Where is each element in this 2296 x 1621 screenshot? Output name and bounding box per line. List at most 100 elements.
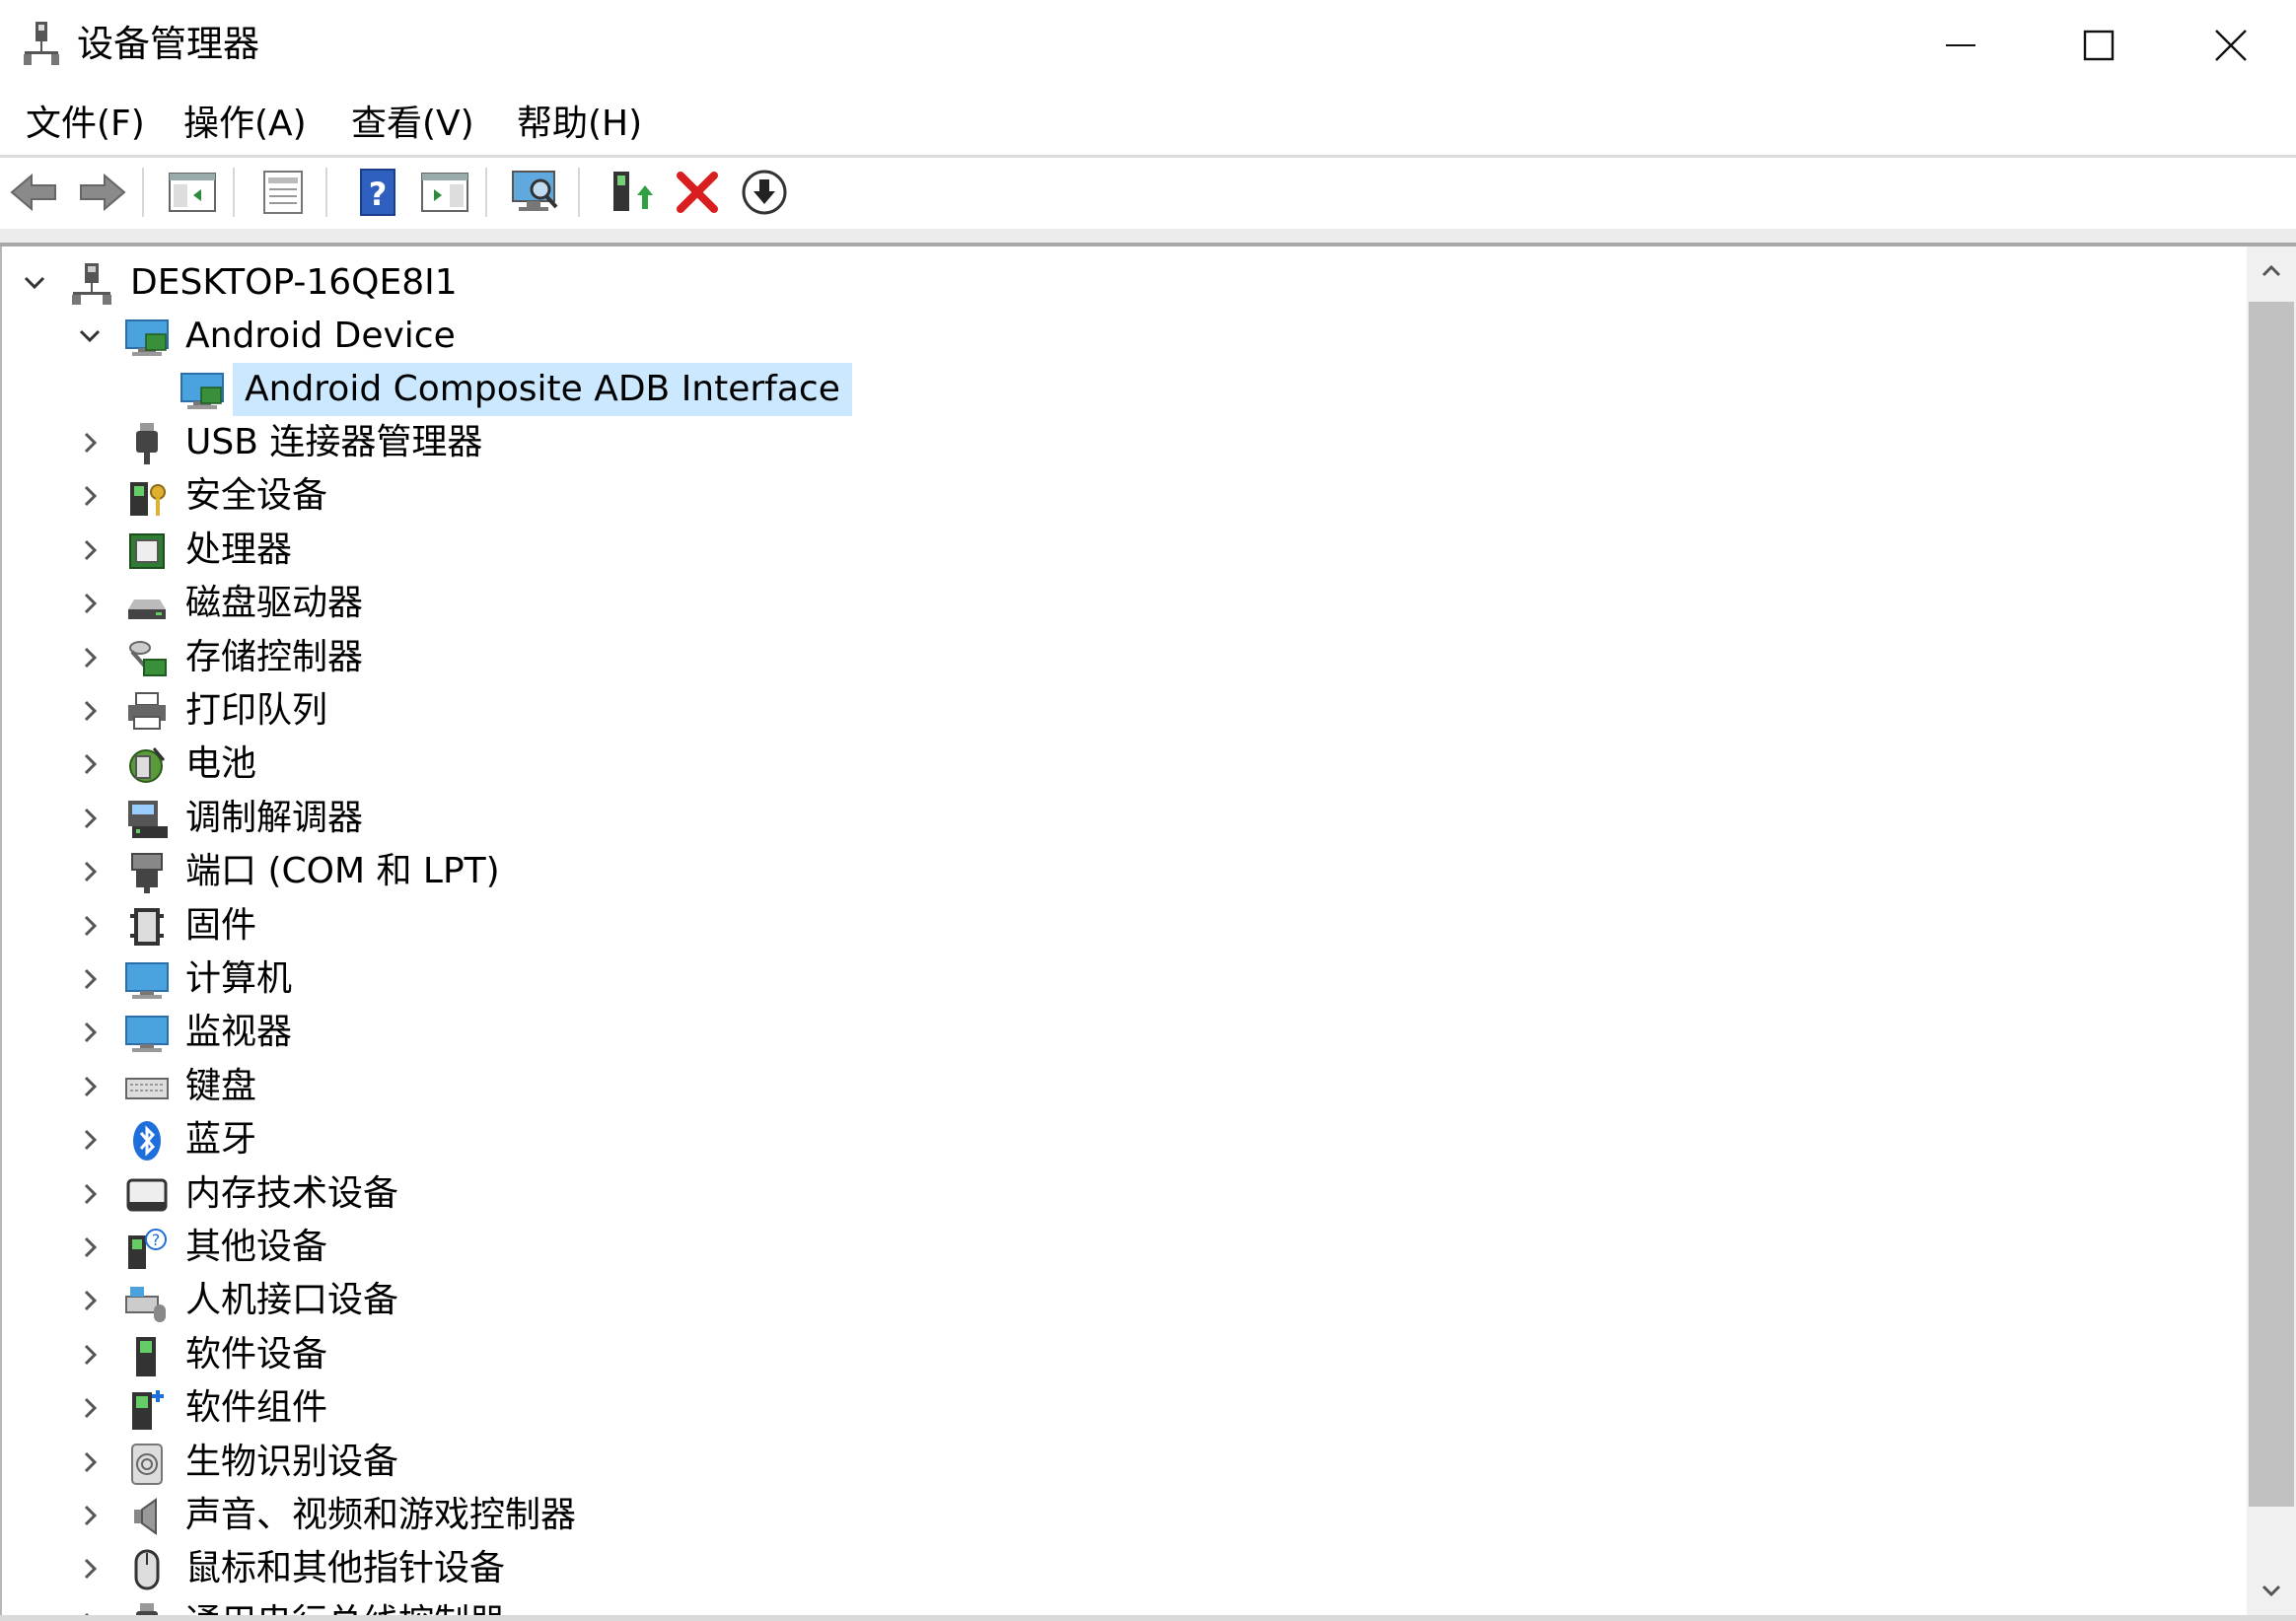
chevron-right-icon[interactable] [75, 1286, 105, 1315]
tree-category-label: 处理器 [185, 529, 293, 570]
tree-category[interactable]: 处理器 [2, 524, 2241, 577]
svg-text:?: ? [152, 1231, 161, 1249]
back-button[interactable] [8, 166, 61, 219]
chevron-right-icon[interactable] [75, 1554, 105, 1584]
tree-category[interactable]: 声音、视频和游戏控制器 [2, 1489, 2241, 1542]
adb-interface-icon [179, 368, 225, 413]
chevron-right-icon[interactable] [75, 1501, 105, 1530]
chevron-right-icon[interactable] [75, 911, 105, 941]
tree-category[interactable]: 监视器 [2, 1006, 2241, 1059]
tree-category[interactable]: 生物识别设备 [2, 1436, 2241, 1489]
chevron-right-icon[interactable] [75, 643, 105, 672]
scan-hardware-button[interactable] [509, 166, 562, 219]
chevron-right-icon[interactable] [75, 1233, 105, 1262]
menu-view[interactable]: 查看(V) [349, 94, 476, 155]
android-device-icon [124, 315, 170, 360]
vertical-scrollbar[interactable] [2247, 247, 2296, 1621]
chevron-right-icon[interactable] [75, 1179, 105, 1209]
tree-category[interactable]: 软件组件 [2, 1381, 2241, 1435]
properties-button[interactable] [256, 166, 310, 219]
chevron-right-icon[interactable] [75, 804, 105, 833]
forward-button[interactable] [75, 166, 128, 219]
tree-category[interactable]: 软件设备 [2, 1328, 2241, 1381]
chevron-right-icon[interactable] [75, 1447, 105, 1477]
scan-hardware-changes-icon [512, 171, 558, 211]
tree-category-label: 其他设备 [185, 1227, 328, 1267]
chevron-right-icon[interactable] [75, 1393, 105, 1423]
tree-category[interactable]: 电池 [2, 738, 2241, 791]
uninstall-device-button[interactable] [671, 166, 724, 219]
biometric-device-icon [124, 1441, 170, 1486]
tree-category[interactable]: 内存技术设备 [2, 1167, 2241, 1221]
tree-category-label: 鼠标和其他指针设备 [185, 1548, 506, 1589]
show-hide-tree-button[interactable] [166, 166, 219, 219]
chevron-right-icon[interactable] [75, 857, 105, 886]
chevron-right-icon[interactable] [75, 964, 105, 994]
tree-category-label: 软件组件 [185, 1387, 328, 1429]
tree-category-label: 固件 [185, 904, 257, 946]
chevron-right-icon[interactable] [75, 428, 105, 458]
tree-group-android-device[interactable]: Android Device [2, 310, 2241, 363]
chevron-right-icon[interactable] [75, 1125, 105, 1155]
window-bottom-border [0, 1615, 2296, 1621]
show-hide-console-tree-icon [169, 173, 216, 212]
tree-category[interactable]: 磁盘驱动器 [2, 577, 2241, 630]
modem-icon [124, 797, 170, 842]
update-driver-button[interactable] [604, 166, 657, 219]
help-icon: ? [360, 169, 395, 216]
tree-category[interactable]: 固件 [2, 899, 2241, 952]
minimize-button[interactable] [1892, 0, 2030, 91]
disable-device-button[interactable] [738, 166, 791, 219]
chevron-right-icon[interactable] [75, 589, 105, 618]
menu-help[interactable]: 帮助(H) [515, 94, 644, 155]
tree-category[interactable]: 鼠标和其他指针设备 [2, 1542, 2241, 1595]
tree-category-label: 声音、视频和游戏控制器 [185, 1495, 577, 1535]
properties-icon [263, 171, 303, 214]
tree-category-label: 电池 [185, 743, 257, 785]
computer-network-icon [69, 261, 114, 307]
tree-category[interactable]: 调制解调器 [2, 792, 2241, 845]
chevron-right-icon[interactable] [75, 1018, 105, 1047]
software-device-icon [124, 1333, 170, 1378]
tree-category[interactable]: ? 其他设备 [2, 1221, 2241, 1274]
tree-category[interactable]: 人机接口设备 [2, 1274, 2241, 1327]
chevron-right-icon[interactable] [75, 1072, 105, 1101]
tree-category[interactable]: 键盘 [2, 1060, 2241, 1113]
tree-root[interactable]: DESKTOP-16QE8I1 [2, 256, 2241, 310]
chevron-right-icon[interactable] [75, 481, 105, 511]
chevron-down-icon[interactable] [75, 321, 105, 351]
tree-category[interactable]: 安全设备 [2, 469, 2241, 523]
tree-category[interactable]: 计算机 [2, 952, 2241, 1006]
tree-group-label: Android Device [185, 316, 456, 356]
scrollbar-thumb[interactable] [2249, 302, 2294, 1507]
maximize-button[interactable] [2030, 0, 2168, 91]
menu-action[interactable]: 操作(A) [181, 94, 309, 155]
tree-category[interactable]: 打印队列 [2, 684, 2241, 738]
forward-arrow-icon [80, 173, 126, 212]
chevron-down-icon[interactable] [20, 268, 49, 298]
close-button[interactable] [2162, 0, 2296, 91]
device-tree[interactable]: DESKTOP-16QE8I1 Android Device Android C… [0, 247, 2247, 1621]
usb-icon [124, 421, 170, 466]
chevron-right-icon[interactable] [75, 749, 105, 779]
help-button[interactable]: ? [351, 166, 404, 219]
chevron-right-icon[interactable] [75, 696, 105, 726]
action-pane-button[interactable] [418, 166, 471, 219]
scroll-up-button[interactable] [2247, 247, 2296, 296]
tree-category-label: 存储控制器 [185, 636, 364, 677]
tree-category-label: 打印队列 [185, 690, 328, 731]
window-title: 设备管理器 [77, 23, 259, 65]
tree-category[interactable]: 蓝牙 [2, 1113, 2241, 1166]
svg-text:?: ? [369, 176, 388, 213]
battery-icon [124, 742, 170, 788]
scroll-down-button[interactable] [2247, 1566, 2296, 1615]
tree-item-adb-interface[interactable]: Android Composite ADB Interface [2, 363, 2241, 416]
uninstall-device-icon [677, 172, 718, 213]
tree-category-label: 监视器 [185, 1012, 293, 1053]
menu-file[interactable]: 文件(F) [24, 94, 147, 155]
chevron-right-icon[interactable] [75, 1340, 105, 1370]
tree-category[interactable]: 存储控制器 [2, 631, 2241, 684]
chevron-right-icon[interactable] [75, 535, 105, 565]
tree-category[interactable]: 端口 (COM 和 LPT) [2, 845, 2241, 898]
tree-category[interactable]: USB 连接器管理器 [2, 416, 2241, 469]
